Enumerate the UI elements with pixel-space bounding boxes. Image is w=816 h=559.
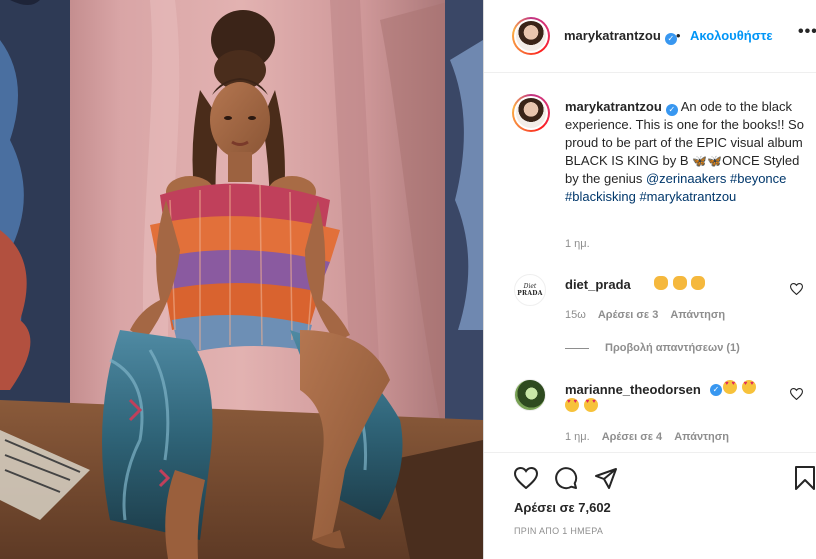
separator-dot: • (676, 28, 681, 43)
caption-mention[interactable]: @zerinaakers (646, 171, 726, 186)
caption-time[interactable]: 1 ημ. (565, 238, 590, 250)
comment-username[interactable]: diet_prada (565, 277, 631, 292)
butterfly-emoji-icon: 🦋 (692, 154, 708, 168)
clapping-emoji-icon (672, 276, 687, 290)
reply-button[interactable]: Απάντηση (670, 309, 725, 321)
comment-avatar-diet-prada[interactable]: Diet PRADA (514, 274, 546, 306)
verified-badge-icon: ✓ (710, 384, 722, 396)
bookmark-icon[interactable] (795, 466, 815, 490)
clapping-emoji-icon (654, 276, 668, 290)
view-replies-button[interactable]: Προβολή απαντήσεων (1) (565, 342, 740, 354)
comment-meta: 1 ημ. Αρέσει σε 4 Απάντηση (565, 431, 741, 443)
clapping-emoji-icon (691, 276, 706, 290)
view-replies-label[interactable]: Προβολή απαντήσεων (1) (605, 342, 740, 354)
more-options-button[interactable]: ••• (798, 23, 816, 41)
comment-likes-count[interactable]: Αρέσει σε 3 (598, 309, 659, 321)
caption-username[interactable]: marykatrantzou (565, 99, 662, 114)
avatar-logo-text: PRADA (517, 289, 543, 297)
butterfly-emoji-icon: 🦋 (707, 154, 723, 168)
comment-emojis (654, 276, 706, 291)
follow-button[interactable]: Ακολουθήστε (690, 28, 773, 43)
post-photo[interactable] (0, 0, 483, 559)
post-timestamp[interactable]: ΠΡΙΝ ΑΠΟ 1 ΗΜΕΡΑ (514, 526, 603, 536)
heart-eyes-emoji-icon (723, 380, 737, 394)
caption-author-avatar[interactable] (512, 94, 550, 132)
heart-eyes-emoji-icon (565, 398, 579, 412)
comment-emojis (723, 380, 757, 395)
verified-badge-icon: ✓ (665, 104, 678, 116)
author-avatar[interactable] (512, 17, 550, 55)
hashtag-beyonce[interactable]: #beyonce (730, 171, 786, 186)
comment-like-heart-icon[interactable] (790, 388, 803, 400)
comment-meta: 15ω Αρέσει σε 3 Απάντηση (565, 309, 737, 321)
comment-like-heart-icon[interactable] (790, 283, 803, 295)
hashtag-marykatrantzou[interactable]: #marykatrantzou (639, 189, 736, 204)
author-username-link[interactable]: marykatrantzou ✓ (564, 28, 677, 45)
heart-eyes-emoji-icon (583, 398, 598, 412)
likes-count[interactable]: Αρέσει σε 7,602 (514, 500, 611, 515)
post-sidebar: marykatrantzou ✓ • Ακολουθήστε ••• maryka… (483, 0, 816, 559)
post-header: marykatrantzou ✓ • Ακολουθήστε ••• (484, 0, 816, 73)
comment-avatar-marianne[interactable] (514, 379, 546, 411)
share-icon[interactable] (594, 466, 618, 490)
replies-divider (565, 347, 589, 349)
post-actions: Αρέσει σε 7,602 ΠΡΙΝ ΑΠΟ 1 ΗΜΕΡΑ (484, 452, 816, 559)
hashtag-blackisking[interactable]: #blackisking (565, 189, 636, 204)
heart-icon[interactable] (514, 467, 538, 489)
author-username[interactable]: marykatrantzou (564, 28, 661, 43)
post-image (0, 0, 483, 559)
comment-emojis-line2 (565, 398, 599, 413)
post-caption: marykatrantzou ✓ An ode to the black expe… (565, 98, 805, 206)
comment-likes-count[interactable]: Αρέσει σε 4 (602, 431, 663, 443)
comment-username[interactable]: marianne_theodorsen (565, 382, 701, 397)
verified-badge-icon: ✓ (664, 33, 677, 45)
reply-button[interactable]: Απάντηση (674, 431, 729, 443)
heart-eyes-emoji-icon (741, 380, 756, 394)
comment-time[interactable]: 15ω (565, 309, 586, 321)
comment-icon[interactable] (554, 466, 578, 490)
comment-time[interactable]: 1 ημ. (565, 431, 590, 443)
